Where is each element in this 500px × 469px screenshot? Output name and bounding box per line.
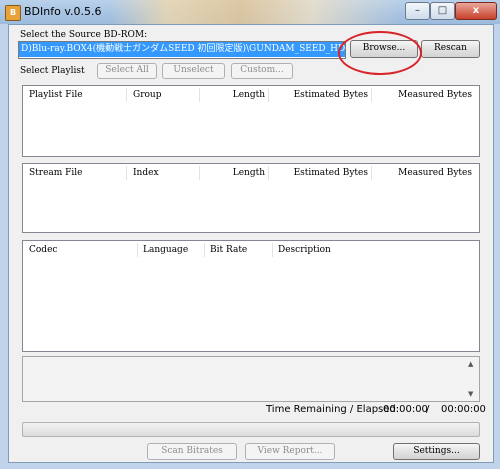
playlist-table-header: Playlist File Group Length Estimated Byt… <box>23 86 479 104</box>
col-stream-estimated-bytes[interactable]: Estimated Bytes <box>268 168 368 178</box>
col-language[interactable]: Language <box>143 245 188 255</box>
app-icon[interactable]: B <box>5 5 21 21</box>
minimize-button[interactable]: – <box>405 2 430 20</box>
settings-button[interactable]: Settings... <box>393 443 480 460</box>
col-length[interactable]: Length <box>199 90 265 100</box>
time-separator: / <box>426 404 430 415</box>
col-playlist-file[interactable]: Playlist File <box>29 90 83 100</box>
unselect-button[interactable]: Unselect <box>162 63 225 79</box>
scan-bitrates-button[interactable]: Scan Bitrates <box>147 443 237 460</box>
col-bit-rate[interactable]: Bit Rate <box>210 245 247 255</box>
scroll-up-arrow-icon[interactable]: ▲ <box>468 360 473 368</box>
window-title: BDInfo v.0.5.6 <box>24 5 102 18</box>
select-all-button[interactable]: Select All <box>97 63 157 79</box>
col-description[interactable]: Description <box>278 245 331 255</box>
stream-table-header: Stream File Index Length Estimated Bytes… <box>23 164 479 182</box>
time-remaining-value: 00:00:00 <box>383 404 428 415</box>
select-playlist-label: Select Playlist <box>20 66 85 76</box>
stream-table[interactable]: Stream File Index Length Estimated Bytes… <box>22 163 480 233</box>
col-stream-file[interactable]: Stream File <box>29 168 83 178</box>
col-stream-measured-bytes[interactable]: Measured Bytes <box>371 168 472 178</box>
scroll-down-arrow-icon[interactable]: ▼ <box>468 390 473 398</box>
source-path-input[interactable]: D)Blu-ray.BOX4(機動戦士ガンダムSEED 初回限定版)\GUNDA… <box>18 41 346 59</box>
log-scrollbar[interactable]: ▲ ▼ <box>466 357 479 401</box>
col-measured-bytes[interactable]: Measured Bytes <box>371 90 472 100</box>
col-group[interactable]: Group <box>133 90 161 100</box>
source-label: Select the Source BD-ROM: <box>20 30 148 40</box>
codec-table[interactable]: Codec Language Bit Rate Description <box>22 240 480 352</box>
window-frame-left <box>0 24 8 469</box>
custom-button[interactable]: Custom... <box>231 63 293 79</box>
view-report-button[interactable]: View Report... <box>245 443 335 460</box>
close-button[interactable]: x <box>455 2 497 20</box>
rescan-button[interactable]: Rescan <box>421 40 480 58</box>
scan-log-box[interactable]: ▲ ▼ <box>22 356 480 402</box>
playlist-table[interactable]: Playlist File Group Length Estimated Byt… <box>22 85 480 157</box>
time-remaining-label: Time Remaining / Elapsed: <box>266 404 400 415</box>
title-bar[interactable]: B BDInfo v.0.5.6 – □ x <box>0 0 500 24</box>
maximize-button[interactable]: □ <box>430 2 455 20</box>
title-bar-decoration <box>110 0 400 24</box>
col-index[interactable]: Index <box>133 168 159 178</box>
col-estimated-bytes[interactable]: Estimated Bytes <box>268 90 368 100</box>
codec-table-header: Codec Language Bit Rate Description <box>23 241 479 259</box>
time-elapsed-value: 00:00:00 <box>441 404 486 415</box>
col-stream-length[interactable]: Length <box>199 168 265 178</box>
browse-button[interactable]: Browse... <box>350 40 418 58</box>
source-path-value: D)Blu-ray.BOX4(機動戦士ガンダムSEED 初回限定版)\GUNDA… <box>19 42 345 57</box>
scan-progress-bar <box>22 422 480 437</box>
col-codec[interactable]: Codec <box>29 245 57 255</box>
